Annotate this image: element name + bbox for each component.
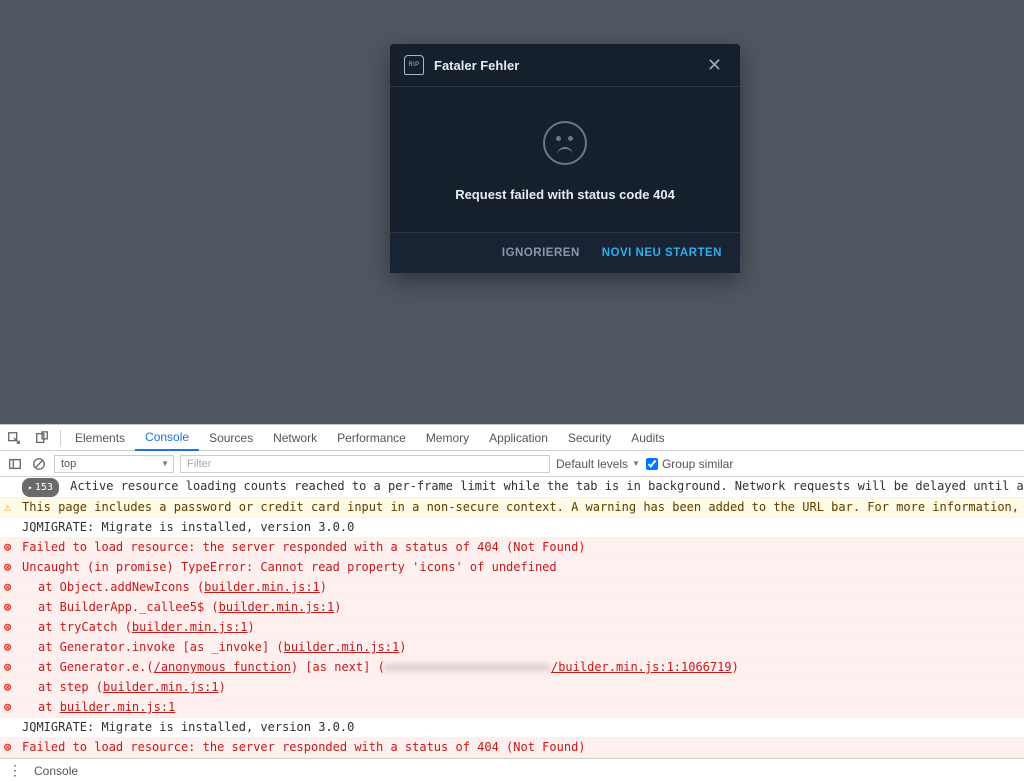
devtools-panel: Elements Console Sources Network Perform… [0,424,1024,782]
sad-face-icon [543,121,587,165]
source-link[interactable]: /anonymous function [154,660,291,674]
footer-menu-icon[interactable]: ⋮ [4,762,26,779]
separator [60,430,61,446]
filter-input[interactable]: Filter [180,455,550,473]
footer-tab-console[interactable]: Console [34,764,78,778]
tab-audits[interactable]: Audits [621,425,674,450]
tab-application[interactable]: Application [479,425,558,450]
context-value: top [61,458,76,470]
ignore-button[interactable]: IGNORIEREN [502,247,580,259]
devtools-footer: ⋮ Console [0,758,1024,782]
stack-frame: at tryCatch (builder.min.js:1) [0,618,1024,638]
console-output[interactable]: 153 Active resource loading counts reach… [0,477,1024,758]
source-link[interactable]: builder.min.js:1 [284,640,400,654]
fatal-error-modal: Fataler Fehler ✕ Request failed with sta… [390,44,740,273]
log-warn: This page includes a password or credit … [0,498,1024,518]
log-info: 153 Active resource loading counts reach… [0,477,1024,498]
stack-frame: at builder.min.js:1 [0,698,1024,718]
modal-message: Request failed with status code 404 [455,187,675,202]
modal-body: Request failed with status code 404 [390,87,740,232]
source-link[interactable]: builder.min.js:1 [219,600,335,614]
toggle-sidebar-icon[interactable] [6,451,24,476]
tab-memory[interactable]: Memory [416,425,479,450]
log-error: Failed to load resource: the server resp… [0,538,1024,558]
app-background: Fataler Fehler ✕ Request failed with sta… [0,0,1024,424]
tab-elements[interactable]: Elements [65,425,135,450]
tab-network[interactable]: Network [263,425,327,450]
close-icon[interactable]: ✕ [703,54,726,76]
modal-header: Fataler Fehler ✕ [390,44,740,87]
tab-performance[interactable]: Performance [327,425,416,450]
tab-console[interactable]: Console [135,426,199,451]
stack-frame: at Generator.e.(/anonymous function) [as… [0,658,1024,678]
stack-frame: at Object.addNewIcons (builder.min.js:1) [0,578,1024,598]
source-link[interactable]: builder.min.js:1 [103,680,219,694]
stack-frame: at Generator.invoke [as _invoke] (builde… [0,638,1024,658]
restart-button[interactable]: NOVI NEU STARTEN [602,247,722,259]
devtools-tabbar: Elements Console Sources Network Perform… [0,425,1024,451]
modal-footer: IGNORIEREN NOVI NEU STARTEN [390,232,740,273]
log-levels-select[interactable]: Default levels [556,457,640,471]
group-similar-input[interactable] [646,458,658,470]
log-info: JQMIGRATE: Migrate is installed, version… [0,718,1024,738]
tab-sources[interactable]: Sources [199,425,263,450]
log-info: JQMIGRATE: Migrate is installed, version… [0,518,1024,538]
levels-value: Default levels [556,457,628,471]
group-similar-checkbox[interactable]: Group similar [646,457,733,471]
modal-title: Fataler Fehler [434,58,519,73]
source-link[interactable]: builder.min.js:1 [60,700,176,714]
clear-console-icon[interactable] [30,451,48,476]
source-link[interactable]: /builder.min.js:1:1066719 [551,660,732,674]
log-error: Uncaught (in promise) TypeError: Cannot … [0,558,1024,578]
source-link[interactable]: builder.min.js:1 [132,620,248,634]
device-toolbar-icon[interactable] [28,425,56,450]
stack-frame: at BuilderApp._callee5$ (builder.min.js:… [0,598,1024,618]
log-count-badge: 153 [22,478,59,497]
inspect-element-icon[interactable] [0,425,28,450]
log-error: Failed to load resource: the server resp… [0,738,1024,758]
console-toolbar: top Filter Default levels Group similar [0,451,1024,477]
tab-security[interactable]: Security [558,425,621,450]
modal-title-wrap: Fataler Fehler [404,55,519,75]
source-link[interactable]: builder.min.js:1 [204,580,320,594]
group-similar-label: Group similar [662,457,733,471]
context-select[interactable]: top [54,455,174,473]
tombstone-icon [404,55,424,75]
stack-frame: at step (builder.min.js:1) [0,678,1024,698]
